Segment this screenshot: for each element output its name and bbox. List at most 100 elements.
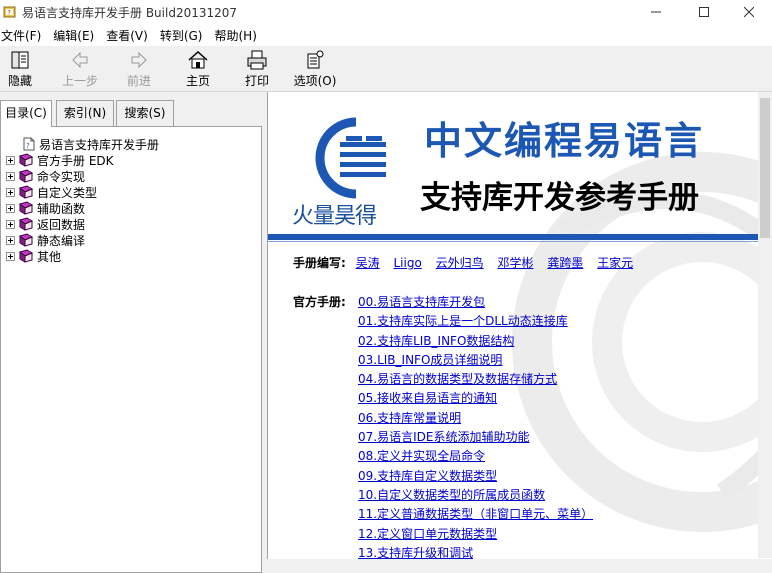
closed-book-icon [18,185,34,199]
forward-button[interactable]: 前进 [115,49,163,89]
expand-icon[interactable] [6,203,15,213]
tree-item-helper[interactable]: 辅助函数 [6,200,85,216]
hide-button[interactable]: 隐藏 [0,49,44,89]
maximize-button[interactable] [681,0,727,24]
banner-title: 中文编程易语言 [424,119,705,163]
menu-file[interactable]: 文件(F) [0,26,41,46]
banner-subtitle: 支持库开发参考手册 [420,180,699,216]
tree-item-command[interactable]: 命令实现 [6,168,85,184]
menu-help[interactable]: 帮助(H) [213,26,256,46]
expand-icon[interactable] [6,235,15,245]
chapter-link[interactable]: 04.易语言的数据类型及数据存储方式 [358,370,593,389]
chapter-link[interactable]: 10.自定义数据类型的所属成员函数 [358,486,593,505]
banner: 火量昊得 中文编程易语言 支持库开发参考手册 [268,92,772,242]
closed-book-icon [18,217,34,231]
chapter-link[interactable]: 03.LIB_INFO成员详细说明 [358,351,593,370]
author-link[interactable]: 邓学彬 [497,256,533,270]
chapter-link[interactable]: 11.定义普通数据类型（非窗口单元、菜单） [358,505,593,524]
home-button[interactable]: 主页 [174,49,222,89]
forward-arrow-icon [131,51,147,69]
horizontal-scrollbar[interactable] [267,559,772,573]
back-label: 上一步 [61,74,98,88]
tree-item-official-edk[interactable]: 官方手册 EDK [6,152,114,168]
authors-label: 手册编写: [293,256,346,270]
scrollbar-thumb[interactable] [760,98,770,238]
menu-goto[interactable]: 转到(G) [159,26,203,46]
chapter-link[interactable]: 12.定义窗口单元数据类型 [358,525,593,544]
manual-label: 官方手册: [293,295,346,309]
home-icon [188,50,208,69]
tree-item-label: 静态编译 [37,233,86,248]
options-button[interactable]: 选项(O) [291,49,339,89]
authors-row: 手册编写: 吴涛 Liigo 云外归鸟 邓学彬 龚跨墨 王家元 [293,254,643,271]
window-title: 易语言支持库开发手册 Build20131207 [22,6,238,20]
chapter-link[interactable]: 08.定义并实现全局命令 [358,447,593,466]
chapter-link[interactable]: 06.支持库常量说明 [358,409,593,428]
print-label: 打印 [244,74,269,88]
closed-book-icon [18,201,34,215]
tree-item-return-data[interactable]: 返回数据 [6,216,85,232]
options-icon [307,50,324,69]
contents-tree: ? 易语言支持库开发手册 官方手册 EDK 命令实现 自定义类型 辅助函数 返回… [0,126,262,573]
nav-tabs: 目录(C) 索引(N) 搜索(S) [0,100,262,127]
document-icon: ? [23,137,35,151]
tab-contents[interactable]: 目录(C) [0,100,52,127]
closed-book-icon [18,153,34,167]
svg-text:?: ? [8,10,11,17]
expand-icon[interactable] [6,155,15,165]
tree-item-custom-type[interactable]: 自定义类型 [6,184,97,200]
chapter-link[interactable]: 02.支持库LIB_INFO数据结构 [358,332,593,351]
svg-text:?: ? [26,142,30,150]
closed-book-icon [18,169,34,183]
menu-view[interactable]: 查看(V) [105,26,148,46]
help-window: ? 易语言支持库开发手册 Build20131207 文件(F) 编辑(E) 查… [0,0,772,573]
help-book-icon: ? [3,6,16,18]
title-bar: ? 易语言支持库开发手册 Build20131207 [0,0,772,26]
chapter-link[interactable]: 09.支持库自定义数据类型 [358,467,593,486]
tree-item-label: 辅助函数 [37,201,86,216]
options-label: 选项(O) [293,74,337,88]
expand-icon[interactable] [6,219,15,229]
menu-edit[interactable]: 编辑(E) [52,26,94,46]
closed-book-icon [18,233,34,247]
tab-search[interactable]: 搜索(S) [116,100,174,126]
expand-icon[interactable] [6,171,15,181]
chapter-link[interactable]: 00.易语言支持库开发包 [358,293,593,312]
close-icon [744,7,754,17]
closed-book-icon [18,249,34,263]
minimize-button[interactable] [633,0,679,24]
close-button[interactable] [726,0,772,24]
home-label: 主页 [185,74,210,88]
tree-item-label: 自定义类型 [37,185,98,200]
tree-item-label: 返回数据 [37,217,86,232]
chapter-link[interactable]: 07.易语言IDE系统添加辅助功能 [358,428,593,447]
expand-icon[interactable] [6,187,15,197]
chapter-link[interactable]: 01.支持库实际上是一个DLL动态连接库 [358,312,593,331]
back-button[interactable]: 上一步 [56,49,104,89]
print-button[interactable]: 打印 [233,49,281,89]
tree-item-other[interactable]: 其他 [6,248,61,264]
tree-item-label: 其他 [37,249,62,264]
tab-index[interactable]: 索引(N) [56,100,114,126]
tree-root-label: 易语言支持库开发手册 [39,137,160,152]
author-link[interactable]: 吴涛 [356,256,380,270]
author-link[interactable]: 云外归鸟 [436,256,484,270]
chapter-link[interactable]: 05.接收来自易语言的通知 [358,389,593,408]
logo-text: 火量昊得 [292,204,377,229]
hide-pane-icon [11,51,29,69]
author-link[interactable]: 王家元 [597,256,633,270]
tree-root[interactable]: ? 易语言支持库开发手册 [23,136,159,152]
maximize-icon [699,7,709,17]
toolbar: 隐藏 上一步 前进 主页 打印 选项(O) [0,47,772,92]
tree-item-static-compile[interactable]: 静态编译 [6,232,85,248]
author-link[interactable]: 龚跨墨 [547,256,583,270]
manual-links: 00.易语言支持库开发包 01.支持库实际上是一个DLL动态连接库 02.支持库… [358,293,593,563]
author-link[interactable]: Liigo [393,256,421,270]
tree-item-label: 官方手册 EDK [37,153,114,168]
menu-bar: 文件(F) 编辑(E) 查看(V) 转到(G) 帮助(H) [0,26,772,46]
banner-divider-thin [268,241,772,242]
tree-item-label: 命令实现 [37,169,86,184]
expand-icon[interactable] [6,251,15,261]
back-arrow-icon [72,51,88,69]
vertical-scrollbar[interactable] [758,92,772,558]
